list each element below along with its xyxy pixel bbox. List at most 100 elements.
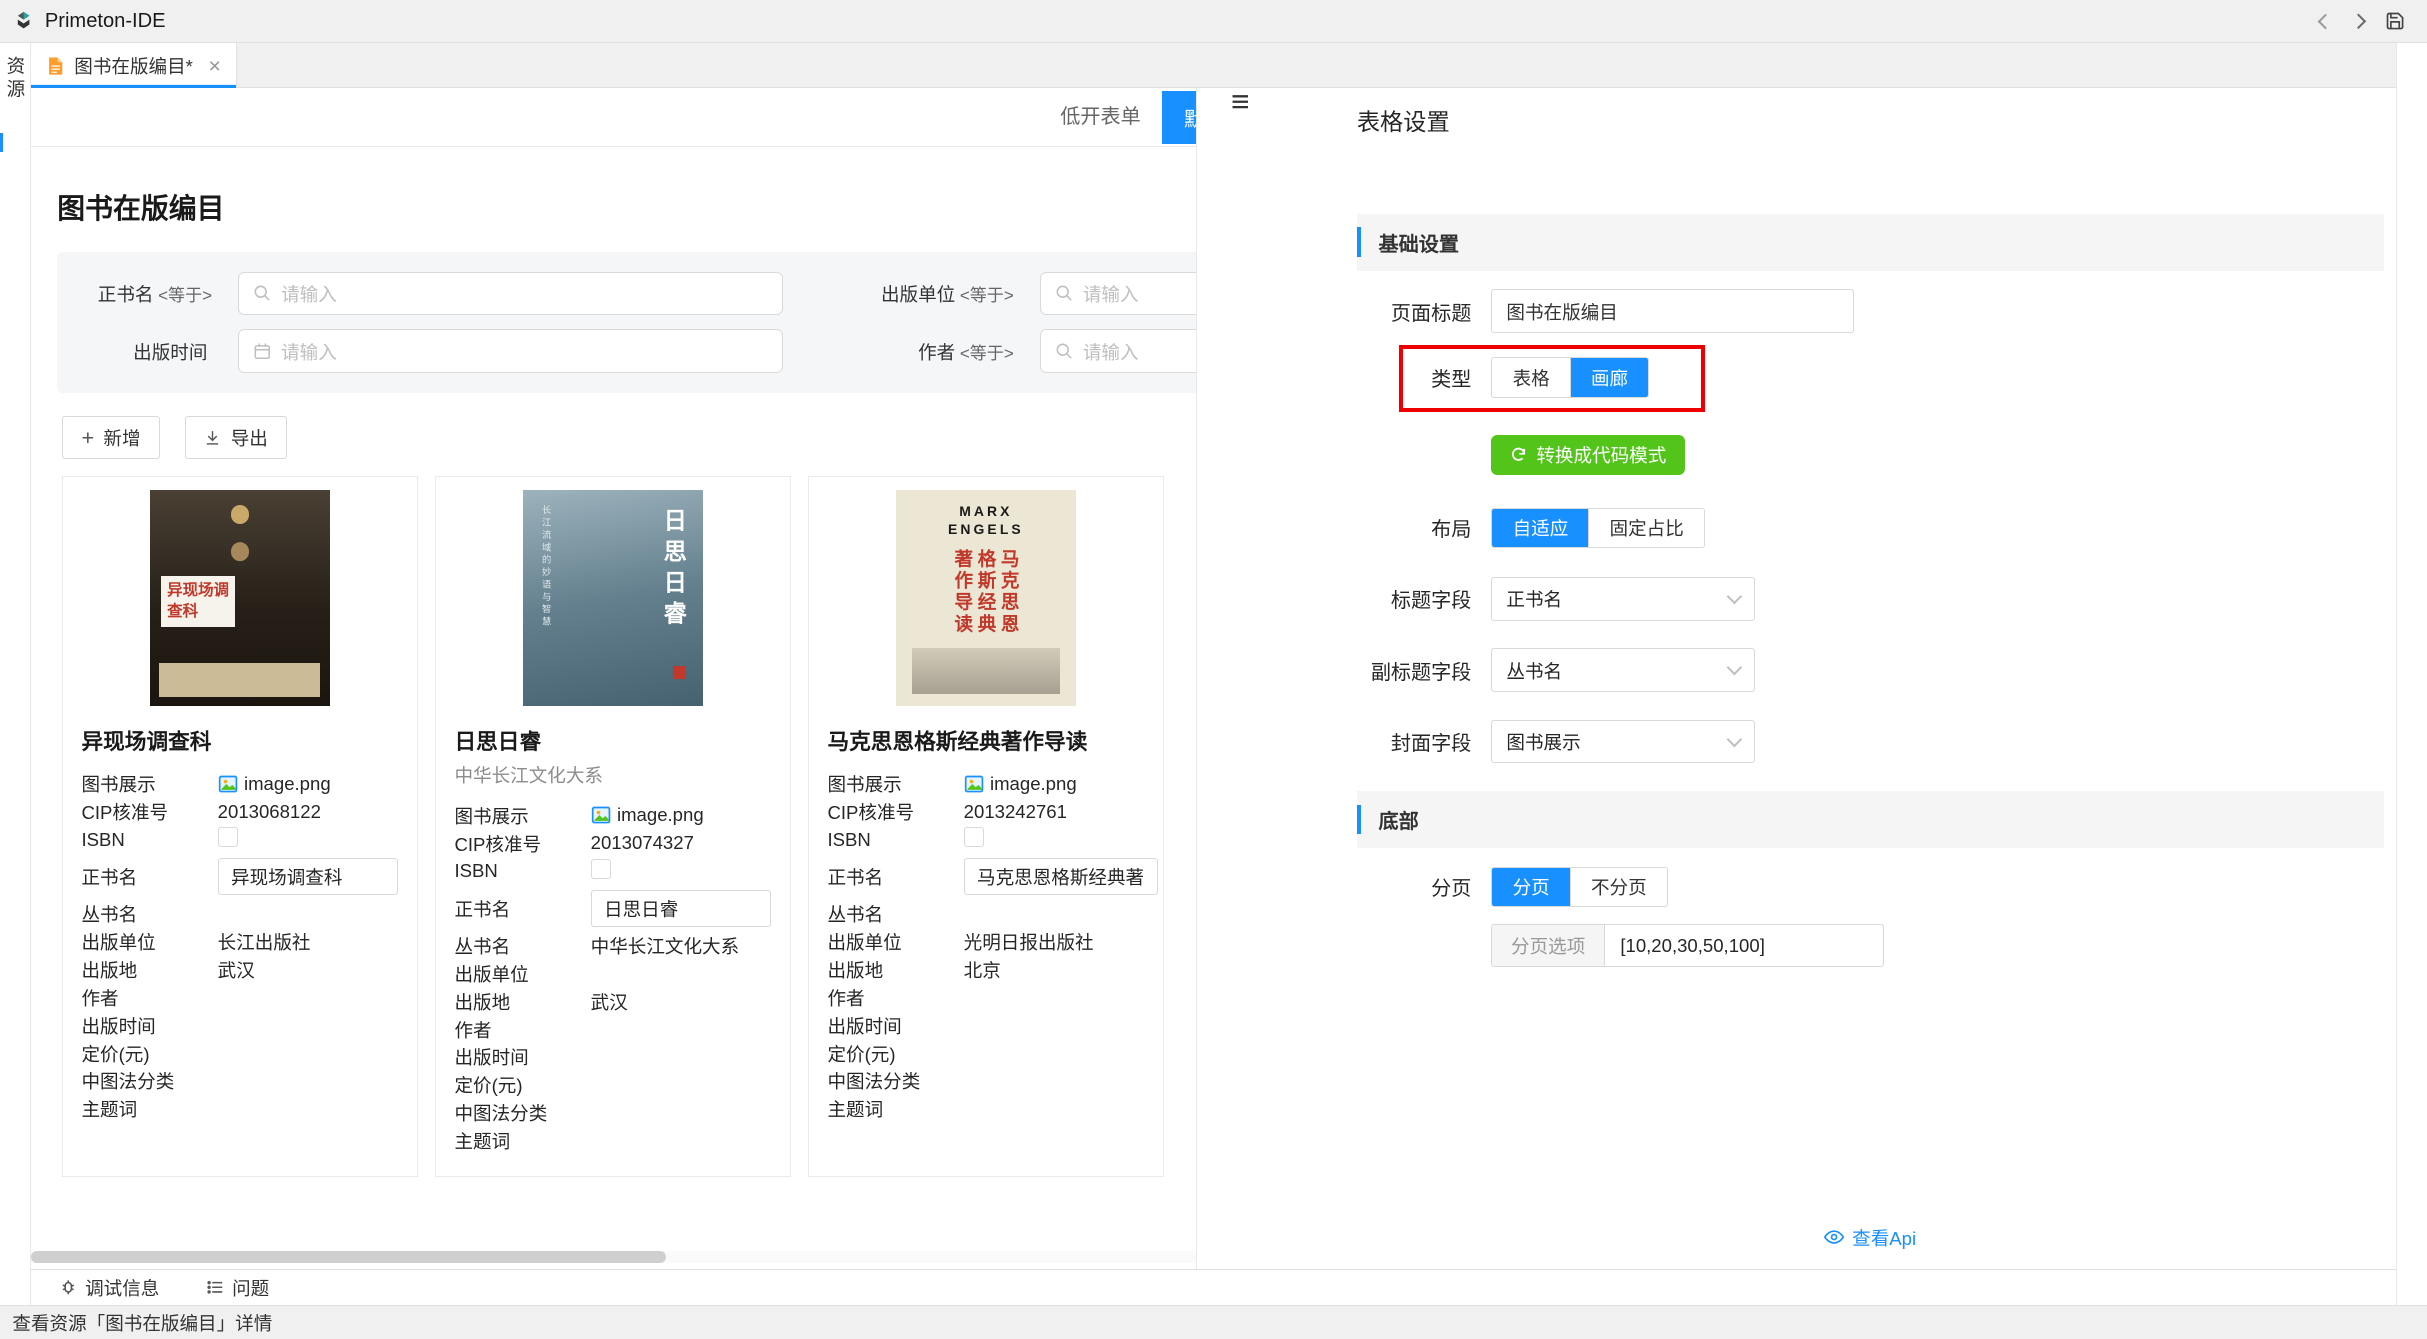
type-option-table[interactable]: 表格: [1492, 358, 1569, 396]
panel-nav-item[interactable]: [1197, 351, 1344, 411]
left-rail-label[interactable]: 资源: [1, 56, 28, 1305]
field-value: 中华长江文化大系: [591, 932, 772, 959]
field-value: 异现场调查科: [218, 853, 399, 899]
export-button[interactable]: 导出: [185, 416, 288, 459]
book-card[interactable]: 日思日睿 长江流域的妙语与智慧 日思日睿 中华长江文化大系 图书展示 image…: [435, 476, 791, 1177]
bug-icon: [59, 1278, 78, 1297]
field-label: 图书展示: [81, 770, 217, 797]
subtitle-field-select[interactable]: 丛书名: [1491, 648, 1754, 691]
book-cover-image: 日思日睿 长江流域的妙语与智慧: [523, 490, 703, 707]
image-filename: image.png: [990, 773, 1077, 795]
field-row: 出版时间: [827, 1011, 1144, 1039]
toolbar: + 新增 导出: [62, 416, 1197, 459]
book-cover-image: 异现场调查科: [150, 490, 330, 707]
search-input[interactable]: 请输入: [238, 272, 783, 315]
left-rail[interactable]: 资源: [0, 43, 31, 1304]
field-label: 作者: [81, 984, 217, 1011]
page-title-label: 页面标题: [1357, 297, 1472, 326]
close-icon[interactable]: ×: [208, 55, 221, 77]
debug-info-label: 调试信息: [85, 1274, 159, 1301]
field-value: 北京: [964, 956, 1145, 983]
convert-to-code-button[interactable]: 转换成代码模式: [1491, 435, 1684, 475]
tab-book-cip[interactable]: 图书在版编目* ×: [31, 43, 238, 88]
page-size-options-input[interactable]: 分页选项 [10,20,30,50,100]: [1491, 924, 1884, 967]
debug-info-button[interactable]: 调试信息: [59, 1274, 160, 1301]
inline-title-input[interactable]: 日思日睿: [591, 890, 772, 927]
view-tab-lowcode-form[interactable]: 低开表单: [1060, 88, 1140, 147]
debug-bar: 调试信息 问题: [31, 1269, 2396, 1305]
field-label: 中图法分类: [827, 1067, 963, 1094]
menu-icon[interactable]: [1231, 94, 1250, 109]
field-row: 中图法分类: [81, 1067, 398, 1095]
isbn-checkbox[interactable]: [218, 827, 238, 847]
field-value[interactable]: image.png: [218, 773, 399, 795]
eye-icon: [1824, 1227, 1844, 1247]
add-button[interactable]: + 新增: [62, 416, 160, 459]
view-api-link[interactable]: 查看Api: [1344, 1224, 2396, 1251]
history-back-button[interactable]: [2320, 10, 2331, 32]
history-forward-button[interactable]: [2353, 10, 2364, 32]
book-fields: 图书展示 image.png CIP核准号 2013068122 ISBN 正书…: [81, 770, 398, 1123]
page-title-input[interactable]: 图书在版编目: [1491, 289, 1853, 332]
cover-field-value: 图书展示: [1506, 728, 1580, 755]
problems-button[interactable]: 问题: [206, 1274, 269, 1301]
panel-nav-item[interactable]: [1197, 231, 1344, 291]
field-value[interactable]: image.png: [964, 773, 1145, 795]
panel-nav-item[interactable]: [1197, 170, 1344, 230]
search-icon: [1055, 342, 1074, 361]
cards-row: 异现场调查科 异现场调查科 图书展示 image.png CIP核准号 2013…: [62, 476, 1197, 1177]
book-fields: 图书展示 image.png CIP核准号 2013242761 ISBN 正书…: [827, 770, 1144, 1123]
search-input[interactable]: 请输入: [238, 329, 783, 372]
search-panel: 正书名<等于> 请输入 出版单位<等于> 请输入 出版时间 请输入 作者<等于>…: [57, 252, 1196, 393]
field-row: ISBN: [81, 826, 398, 854]
cover-main-text: 马克思恩格斯经典著作导读: [951, 549, 1021, 648]
book-card[interactable]: MARX ENGELS 马克思恩格斯经典著作导读 马克思恩格斯经典著作导读 图书…: [808, 476, 1164, 1177]
pagination-option-unpaged[interactable]: 不分页: [1570, 868, 1667, 906]
field-row: 出版地 武汉: [454, 987, 771, 1015]
save-button[interactable]: [2385, 11, 2405, 31]
layout-option-fixed[interactable]: 固定占比: [1588, 509, 1703, 547]
title-bar: Primeton-IDE: [0, 0, 2427, 43]
settings-panel: 表格设置 基础设置 页面标题 图书在版编目 类型 表格 画廊: [1196, 88, 2396, 1269]
inline-title-input[interactable]: 异现场调查科: [218, 858, 399, 895]
pagination-option-paged[interactable]: 分页: [1492, 868, 1569, 906]
list-icon: [206, 1278, 225, 1297]
panel-nav-item[interactable]: [1197, 110, 1344, 170]
field-value: 武汉: [218, 956, 399, 983]
scrollbar-thumb[interactable]: [31, 1251, 666, 1263]
field-row: 定价(元): [454, 1071, 771, 1099]
inline-title-input[interactable]: 马克思恩格斯经典著: [964, 858, 1158, 895]
field-row: 中图法分类: [454, 1099, 771, 1127]
field-row: 图书展示 image.png: [454, 802, 771, 830]
search-input[interactable]: 请输入: [1040, 329, 1196, 372]
panel-nav-item[interactable]: [1197, 472, 1344, 532]
cover-field-select[interactable]: 图书展示: [1491, 720, 1754, 763]
field-row: 正书名 马克思恩格斯经典著: [827, 853, 1144, 899]
book-card[interactable]: 异现场调查科 异现场调查科 图书展示 image.png CIP核准号 2013…: [62, 476, 418, 1177]
isbn-checkbox[interactable]: [964, 827, 984, 847]
search-field-label: 正书名<等于>: [57, 280, 212, 307]
book-cover: MARX ENGELS 马克思恩格斯经典著作导读: [809, 477, 1163, 706]
layout-option-adaptive[interactable]: 自适应: [1492, 509, 1588, 547]
field-label: 出版时间: [81, 1012, 217, 1039]
title-field-select[interactable]: 正书名: [1491, 577, 1754, 620]
field-label: 主题词: [454, 1127, 590, 1154]
search-input[interactable]: 请输入: [1040, 272, 1196, 315]
field-row: 定价(元): [827, 1039, 1144, 1067]
field-label: 中图法分类: [454, 1099, 590, 1126]
panel-nav-item[interactable]: [1197, 412, 1344, 472]
horizontal-scrollbar[interactable]: [31, 1251, 1196, 1263]
field-value[interactable]: image.png: [591, 804, 772, 826]
form-canvas: 低开表单 默认表单 图书在版编目 正书名<等于> 请输入 出版单位<等于> 请输…: [31, 88, 1196, 1269]
cover-main-text: 异现场调查科: [161, 576, 235, 627]
section-basic-settings: 基础设置: [1357, 214, 2384, 271]
field-row: 定价(元): [81, 1039, 398, 1067]
view-tab-default-form[interactable]: 默认表单: [1162, 91, 1196, 144]
isbn-checkbox[interactable]: [591, 859, 611, 879]
field-row: 丛书名 中华长江文化大系: [454, 932, 771, 960]
orange-file-icon: [46, 56, 65, 76]
panel-nav-item[interactable]: [1197, 291, 1344, 351]
type-option-gallery[interactable]: 画廊: [1570, 358, 1648, 396]
field-label: 定价(元): [454, 1071, 590, 1098]
field-row: 作者: [81, 983, 398, 1011]
